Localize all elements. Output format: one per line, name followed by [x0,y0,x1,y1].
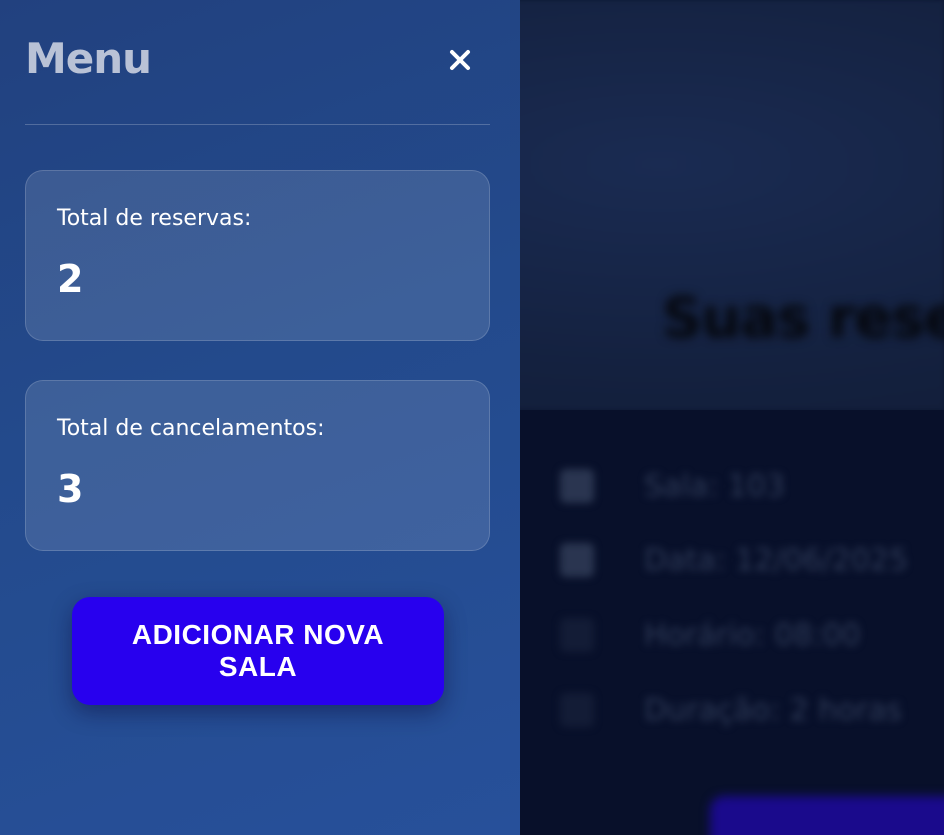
calendar-icon [560,543,594,577]
background-detail-row: Horário: 08:00 [560,615,861,655]
total-reservations-label: Total de reservas: [57,206,252,231]
close-icon [450,50,470,70]
add-new-room-button[interactable]: ADICIONAR NOVA SALA [72,597,444,705]
close-menu-button[interactable] [440,40,480,80]
side-menu: Menu Total de reservas: 2 Total de cance… [0,0,520,835]
room-icon [560,469,594,503]
background-detail-text: Sala: 103 [644,468,786,504]
add-new-room-label: ADICIONAR NOVA SALA [131,619,385,682]
background-detail-row: Duração: 2 horas [560,690,902,730]
app-page: Suas rese Sala: 103 Data: 12/06/2025 Hor… [0,0,944,835]
background-detail-text: Horário: 08:00 [644,617,861,653]
total-reservations-value: 2 [57,257,84,301]
background-detail-text: Data: 12/06/2025 [644,542,909,578]
total-reservations-card: Total de reservas: 2 [25,170,490,341]
menu-title: Menu [25,34,152,83]
total-cancellations-card: Total de cancelamentos: 3 [25,380,490,551]
menu-divider [25,124,490,125]
background-detail-row: Data: 12/06/2025 [560,540,908,580]
background-detail-text: Duração: 2 horas [644,692,903,728]
total-cancellations-label: Total de cancelamentos: [57,416,325,441]
background-page-title: Suas rese [662,286,944,351]
clock-icon [560,618,594,652]
hourglass-icon [560,693,594,727]
background-detail-row: Sala: 103 [560,466,785,506]
total-cancellations-value: 3 [57,467,84,511]
background-action-button [710,796,944,835]
